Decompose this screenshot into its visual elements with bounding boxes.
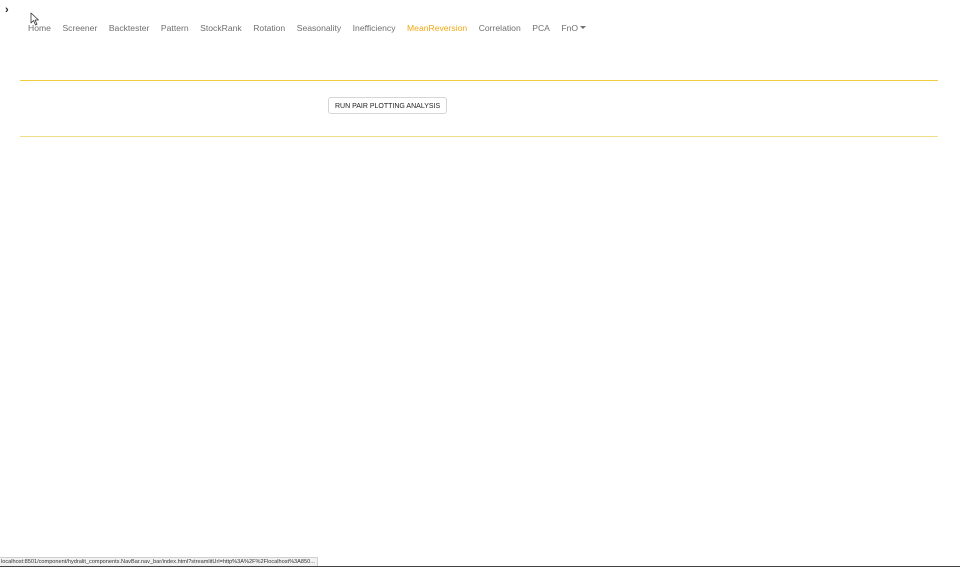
nav-item-screener[interactable]: Screener (62, 21, 97, 35)
section-divider-bottom (20, 136, 938, 137)
section-divider-top (20, 80, 938, 81)
nav-item-rotation[interactable]: Rotation (253, 21, 285, 35)
run-pair-plotting-analysis-button[interactable]: RUN PAIR PLOTTING ANALYSIS (328, 97, 448, 114)
nav-item-meanreversion[interactable]: MeanReversion (407, 21, 467, 35)
nav-item-stockrank[interactable]: StockRank (200, 21, 242, 35)
sidebar-toggle-chevron-right-icon[interactable]: › (5, 4, 15, 16)
nav-item-fno-label: FnO (561, 23, 579, 33)
nav-item-pattern[interactable]: Pattern (161, 21, 189, 35)
nav-item-backtester[interactable]: Backtester (109, 21, 150, 35)
nav-item-correlation[interactable]: Correlation (479, 21, 521, 35)
caret-down-icon (580, 26, 587, 30)
nav-item-home[interactable]: Home (28, 21, 51, 35)
top-navbar: Home Screener Backtester Pattern StockRa… (28, 20, 598, 36)
nav-item-pca[interactable]: PCA (532, 21, 550, 35)
nav-item-seasonality[interactable]: Seasonality (297, 21, 341, 35)
app-page: › Home Screener Backtester Pattern Stock… (0, 0, 960, 567)
nav-item-fno-dropdown[interactable]: FnO (561, 21, 587, 35)
nav-item-inefficiency[interactable]: Inefficiency (353, 21, 396, 35)
